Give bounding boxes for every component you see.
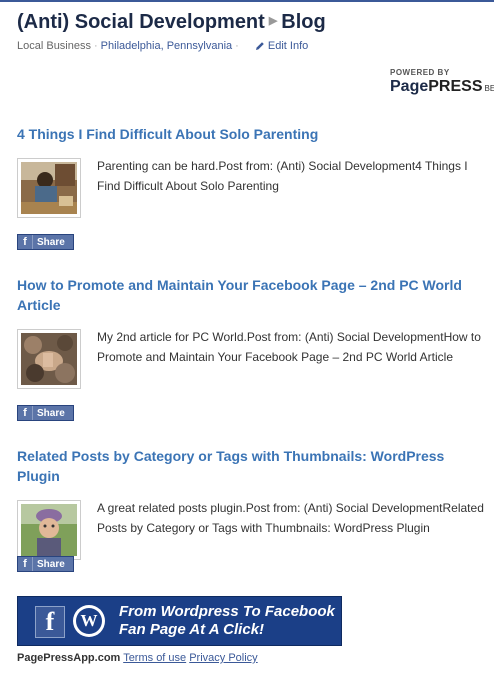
post-thumbnail[interactable] [17,158,81,218]
section-name: Blog [281,11,326,33]
share-button[interactable]: f Share [17,405,74,421]
share-label: Share [37,237,65,248]
pencil-icon [255,42,264,50]
footer-site-name: PagePressApp.com [17,652,121,664]
thumbnail-image [21,333,77,385]
privacy-policy-link[interactable]: Privacy Policy [189,652,257,664]
top-border [0,0,494,2]
banner-line-1: From Wordpress To Facebook [119,603,335,620]
edit-info-label: Edit Info [267,39,309,52]
facebook-logo-icon: f [35,606,65,638]
post-excerpt: A great related posts plugin.Post from: … [97,501,484,535]
location-link[interactable]: Philadelphia, Pennsylvania [101,40,232,52]
share-label: Share [37,408,65,419]
pagepress-logo: PagePRESSBETA [390,79,494,97]
post-excerpt: My 2nd article for PC World.Post from: (… [97,330,481,364]
post-title-link[interactable]: How to Promote and Maintain Your Faceboo… [17,275,487,315]
terms-of-use-link[interactable]: Terms of use [123,652,186,664]
post-thumbnail[interactable] [17,500,81,560]
page-info-line: Local Business · Philadelphia, Pennsylvani… [17,40,487,52]
post-body: Parenting can be hard.Post from: (Anti) … [17,158,487,218]
pagepress-badge[interactable]: POWERED BY PagePRESSBETA [390,68,494,97]
share-button[interactable]: f Share [17,556,74,572]
separator-dot: · [94,39,98,52]
post-thumbnail[interactable] [17,329,81,389]
breadcrumb-arrow-icon: ▶ [268,14,278,27]
thumbnail-image [21,504,77,556]
footer: PagePressApp.com Terms of use Privacy Po… [17,652,258,664]
wordpress-logo-icon: W [73,605,105,637]
page-name[interactable]: (Anti) Social Development [17,11,265,33]
page-title: (Anti) Social Development ▶ Blog [17,10,487,35]
post-body: A great related posts plugin.Post from: … [17,500,487,560]
post-body: My 2nd article for PC World.Post from: (… [17,329,487,389]
post-excerpt: Parenting can be hard.Post from: (Anti) … [97,159,468,193]
edit-info-link[interactable]: Edit Info [255,40,308,52]
blog-post: 4 Things I Find Difficult About Solo Par… [17,124,487,250]
banner-line-2: Fan Page At A Click! [119,621,265,638]
category-label: Local Business [17,39,91,52]
powered-by-label: POWERED BY [390,68,450,77]
post-title-link[interactable]: Related Posts by Category or Tags with T… [17,446,487,486]
beta-label: BETA [484,84,494,93]
blog-post: Related Posts by Category or Tags with T… [17,446,487,572]
thumbnail-image [21,162,77,214]
share-label: Share [37,559,65,570]
post-title-link[interactable]: 4 Things I Find Difficult About Solo Par… [17,124,487,144]
facebook-icon: f [18,557,33,571]
banner-text: From Wordpress To Facebook Fan Page At A… [119,603,339,639]
share-button[interactable]: f Share [17,234,74,250]
page-header: (Anti) Social Development ▶ Blog Local Bus… [17,10,487,52]
promo-banner[interactable]: f W From Wordpress To Facebook Fan Page … [17,596,342,646]
separator-dot: · [235,39,239,52]
facebook-icon: f [18,235,33,249]
blog-post: How to Promote and Maintain Your Faceboo… [17,275,487,421]
facebook-icon: f [18,406,33,420]
